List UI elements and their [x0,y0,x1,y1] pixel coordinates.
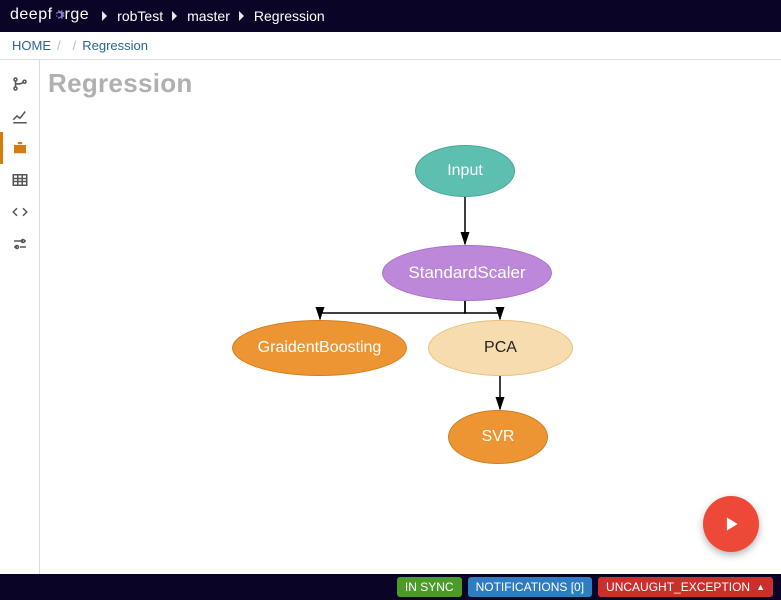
node-standardscaler[interactable]: StandardScaler [382,245,552,301]
diagram-edges [40,60,781,574]
node-gradientboosting[interactable]: GraidentBoosting [232,320,407,376]
breadcrumb-project[interactable]: robTest [111,8,169,24]
breadcrumb-node[interactable]: Regression [248,8,331,24]
chevron-right-icon [236,9,248,23]
node-pca[interactable]: PCA [428,320,573,376]
caret-up-icon: ▲ [756,582,765,592]
canvas[interactable]: Regression Input StandardScaler Graident… [40,60,781,574]
breadcrumb-home[interactable]: HOME [12,38,51,53]
chevron-right-icon [169,9,181,23]
run-button[interactable] [703,496,759,552]
topbar: deepfrge robTest master Regression [0,0,781,32]
play-icon [721,514,741,534]
branch-icon[interactable] [0,68,40,100]
status-bar: IN SYNC NOTIFICATIONS [0] UNCAUGHT_EXCEP… [0,574,781,600]
gear-icon [53,8,65,26]
breadcrumb-branch[interactable]: master [181,8,236,24]
sub-breadcrumb: HOME / / Regression [0,32,781,60]
breadcrumb-current[interactable]: Regression [82,38,148,53]
app-logo[interactable]: deepfrge [10,6,89,26]
breadcrumb-sep: / [51,38,67,53]
logo-text-pre: deep [10,6,48,23]
status-notifications[interactable]: NOTIFICATIONS [0] [468,577,592,597]
status-error[interactable]: UNCAUGHT_EXCEPTION ▲ [598,577,773,597]
chart-line-icon[interactable] [0,100,40,132]
status-error-label: UNCAUGHT_EXCEPTION [606,580,750,594]
status-sync[interactable]: IN SYNC [397,577,462,597]
sidebar [0,60,40,574]
logo-text-post: rge [65,6,90,23]
chevron-right-icon [99,9,111,23]
sliders-icon[interactable] [0,228,40,260]
breadcrumb-sep: / [67,38,83,53]
code-icon[interactable] [0,196,40,228]
node-svr[interactable]: SVR [448,410,548,464]
briefcase-icon[interactable] [0,132,40,164]
node-input[interactable]: Input [415,145,515,197]
table-icon[interactable] [0,164,40,196]
